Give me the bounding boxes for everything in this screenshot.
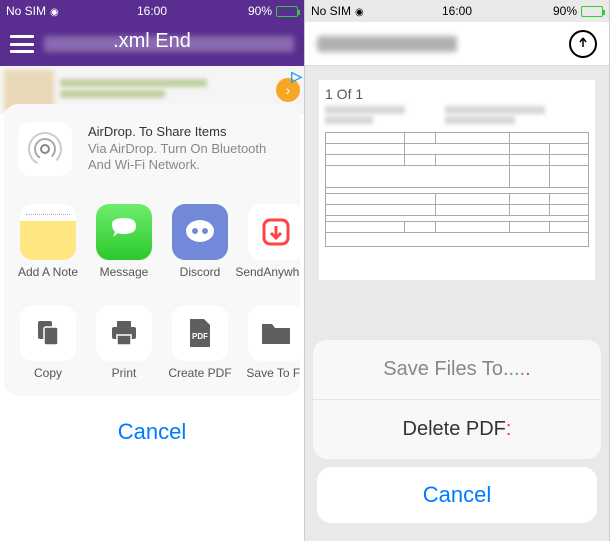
share-app-sendanywhere[interactable]: SendAnywhere bbox=[238, 204, 300, 279]
share-app-notes[interactable]: Add A Note bbox=[10, 204, 86, 279]
discord-icon bbox=[172, 204, 228, 260]
battery-icon bbox=[581, 6, 603, 17]
status-bar: No SIM 16:00 90% bbox=[305, 0, 609, 22]
airdrop-subtitle: Via AirDrop. Turn On Bluetooth And Wi-Fi… bbox=[88, 141, 286, 175]
action-copy[interactable]: Copy bbox=[10, 305, 86, 380]
status-bar: No SIM 16:00 90% bbox=[0, 0, 304, 22]
menu-icon[interactable] bbox=[10, 35, 34, 53]
pdf-icon: PDF bbox=[172, 305, 228, 361]
notes-icon bbox=[20, 204, 76, 260]
airdrop-row[interactable]: AirDrop. To Share Items Via AirDrop. Tur… bbox=[4, 104, 300, 194]
share-sheet: AirDrop. To Share Items Via AirDrop. Tur… bbox=[0, 100, 304, 541]
battery-pct: 90% bbox=[553, 4, 577, 18]
action-row: Copy Print PDF Create PDF bbox=[4, 295, 300, 396]
clock: 16:00 bbox=[401, 4, 513, 18]
app-row: Add A Note Message Discord bbox=[4, 194, 300, 295]
clock: 16:00 bbox=[96, 4, 208, 18]
battery-icon bbox=[276, 6, 298, 17]
right-phone: No SIM 16:00 90% 1 Of 1 bbox=[305, 0, 610, 541]
edit-icon[interactable] bbox=[569, 30, 597, 58]
document-preview[interactable]: 1 Of 1 bbox=[319, 80, 595, 280]
action-sheet: Save Files To..... Delete PDF: Cancel bbox=[305, 332, 609, 541]
messages-icon bbox=[96, 204, 152, 260]
action-save-to-files[interactable]: Save To Fil bbox=[238, 305, 300, 380]
ad-choices-icon[interactable]: ▷ bbox=[291, 68, 302, 85]
sendanywhere-icon bbox=[248, 204, 300, 260]
wifi-icon bbox=[355, 4, 364, 18]
battery-pct: 90% bbox=[248, 4, 272, 18]
svg-text:PDF: PDF bbox=[192, 332, 208, 341]
carrier: No SIM bbox=[311, 4, 351, 18]
print-icon bbox=[96, 305, 152, 361]
airdrop-title: AirDrop. To Share Items bbox=[88, 124, 286, 141]
viewer-header bbox=[305, 22, 609, 66]
action-print[interactable]: Print bbox=[86, 305, 162, 380]
share-app-message[interactable]: Message bbox=[86, 204, 162, 279]
carrier: No SIM bbox=[6, 4, 46, 18]
airdrop-icon bbox=[18, 122, 72, 176]
header-title: .xml End bbox=[113, 30, 191, 53]
cancel-button[interactable]: Cancel bbox=[8, 404, 296, 460]
doc-table bbox=[325, 132, 589, 247]
doc-title-blur bbox=[317, 36, 457, 52]
cancel-button[interactable]: Cancel bbox=[317, 467, 597, 523]
folder-icon bbox=[248, 305, 300, 361]
save-files-to-button[interactable]: Save Files To..... bbox=[313, 340, 601, 400]
action-create-pdf[interactable]: PDF Create PDF bbox=[162, 305, 238, 380]
delete-pdf-button[interactable]: Delete PDF: bbox=[313, 400, 601, 459]
share-app-discord[interactable]: Discord bbox=[162, 204, 238, 279]
page-label: 1 Of 1 bbox=[325, 86, 589, 102]
wifi-icon bbox=[50, 4, 59, 18]
copy-icon bbox=[20, 305, 76, 361]
left-phone: No SIM 16:00 90% .xml End › ▷ bbox=[0, 0, 305, 541]
